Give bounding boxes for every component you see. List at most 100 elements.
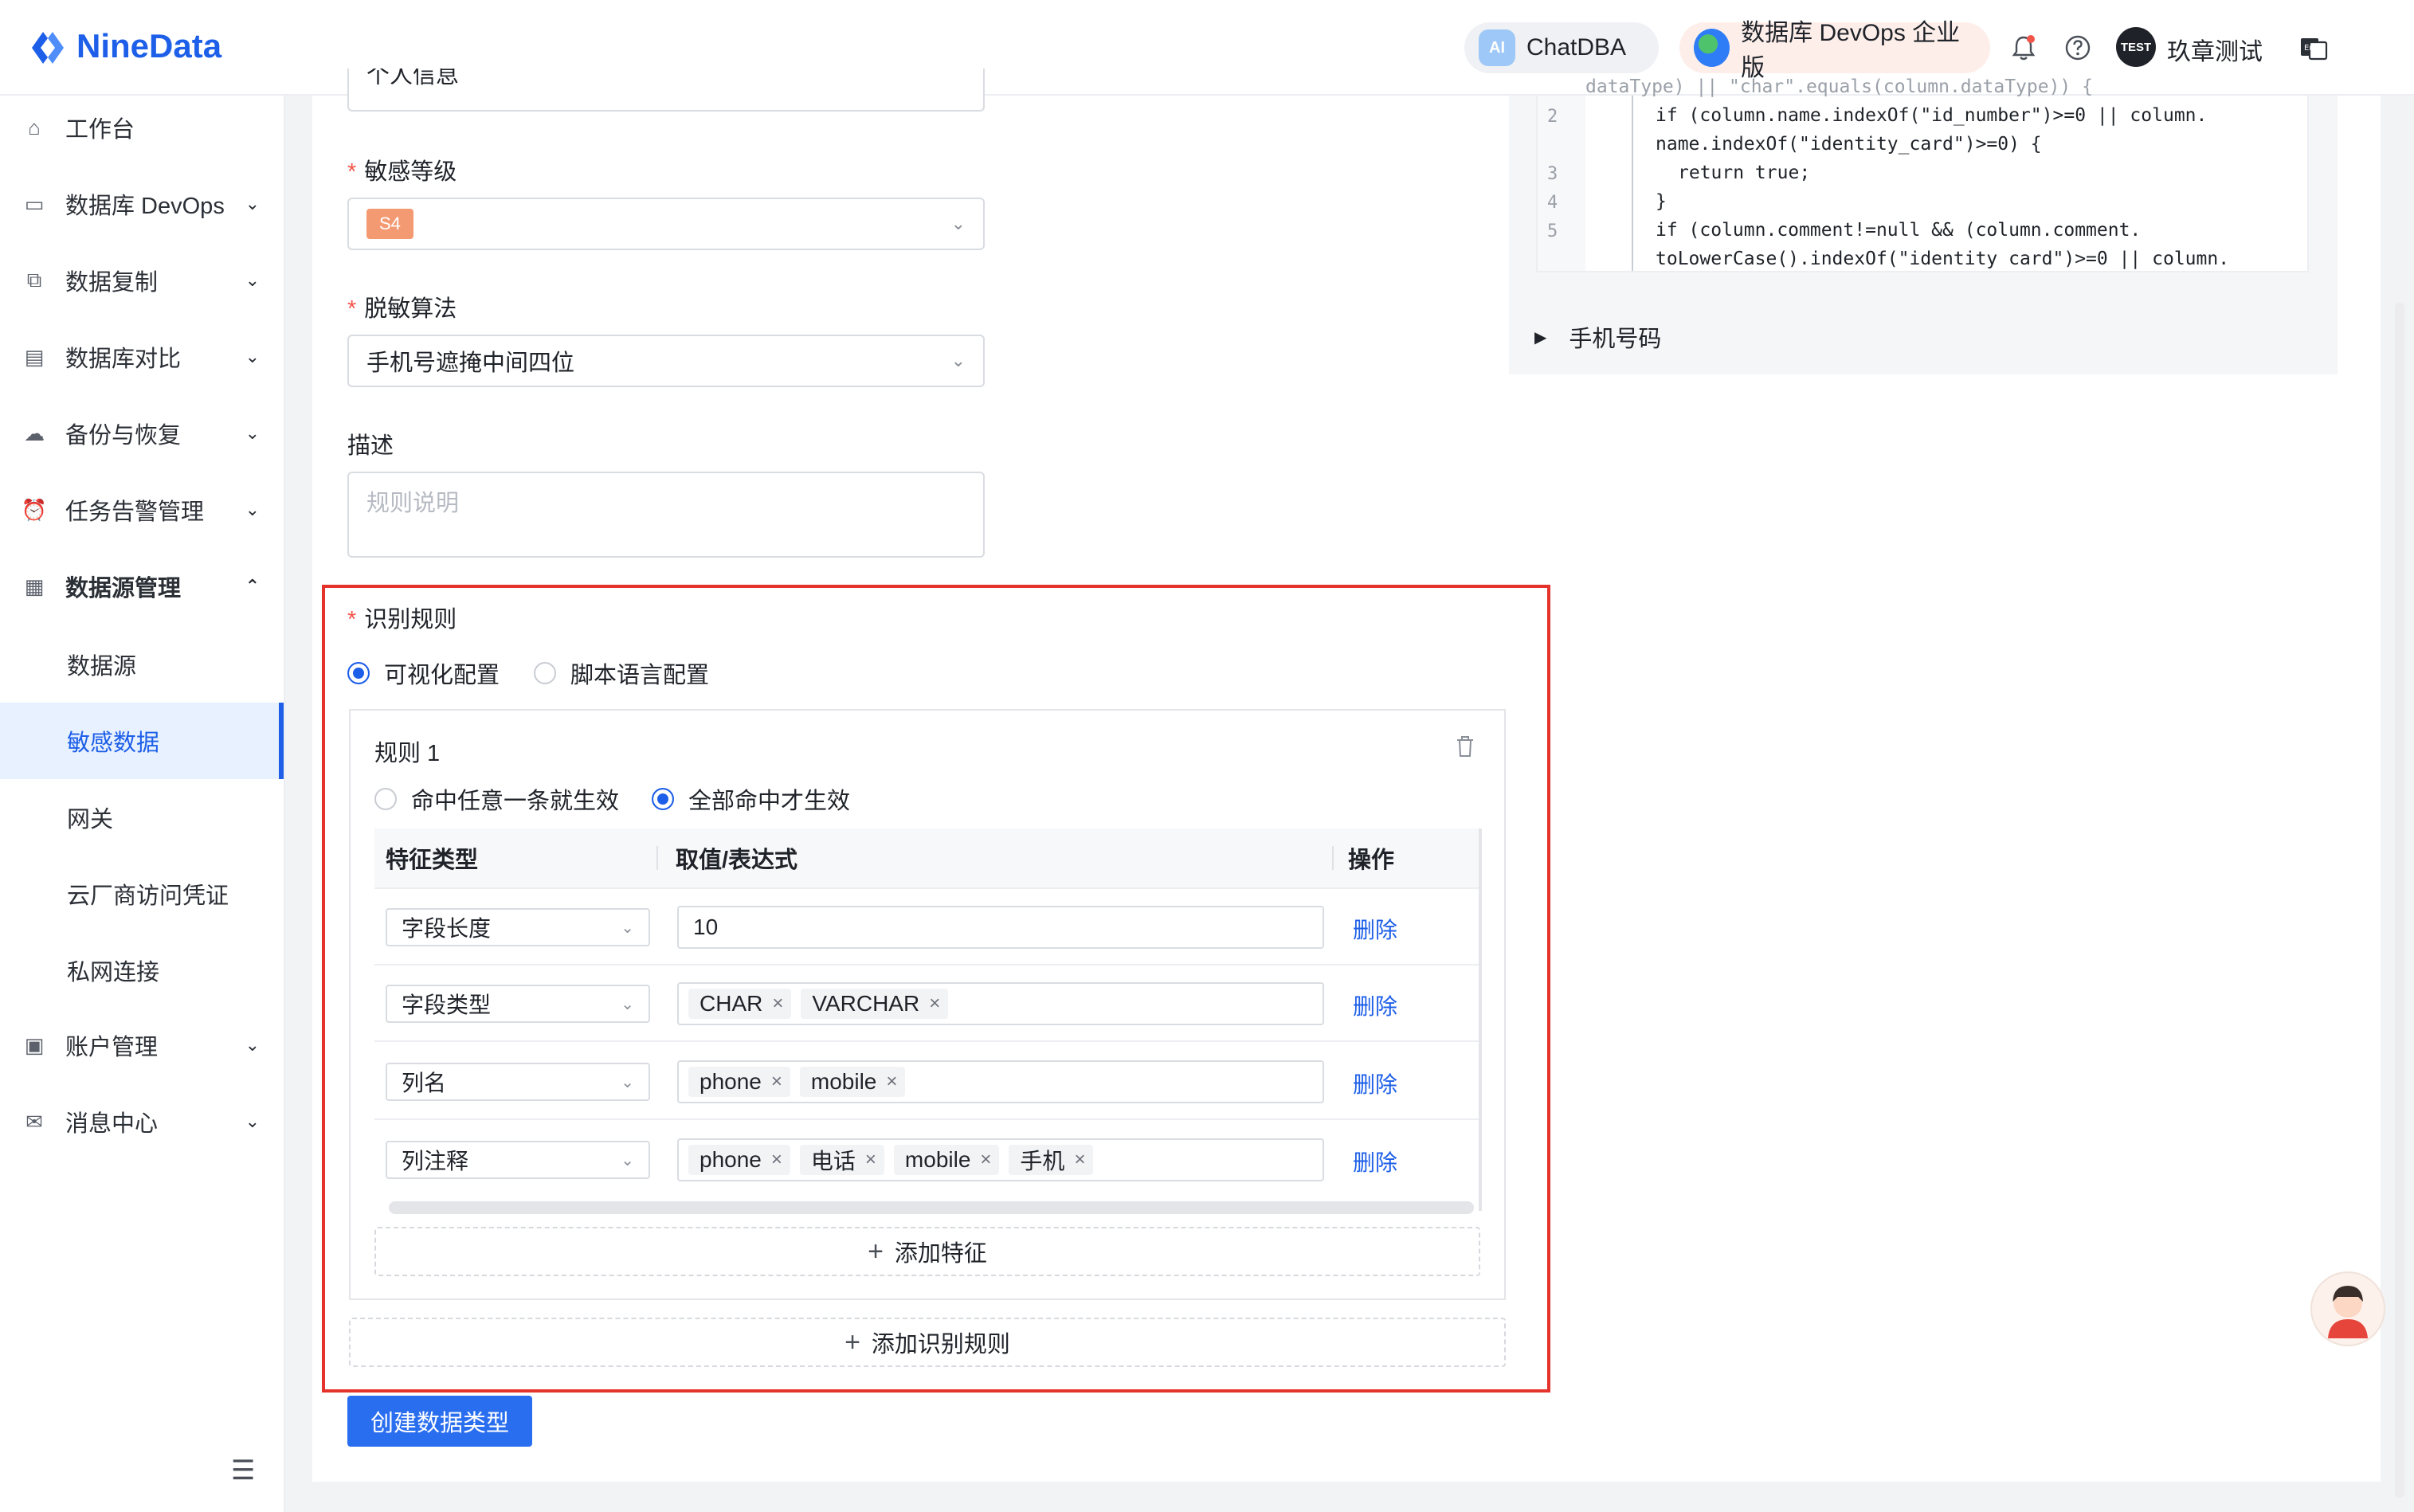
rule-title: 规则 1 [374,741,441,766]
sidebar-item-label: 备份与恢复 [65,423,182,449]
collapsed-item-phone[interactable]: ▶ 手机号码 [1534,320,1661,354]
algorithm-select[interactable]: 手机号遮掩中间四位 ⌄ [347,335,985,387]
sidebar-item-compare[interactable]: ▤ 数据库对比 ⌄ [0,319,284,395]
close-icon[interactable]: × [772,993,783,1015]
sidebar-item-devops[interactable]: ▭ 数据库 DevOps ⌄ [0,166,284,242]
delete-link[interactable]: 删除 [1353,1146,1397,1177]
feature-type-value: 字段类型 [402,993,492,1017]
radio-unchecked-icon [534,662,556,684]
assistant-avatar-icon[interactable] [2310,1271,2385,1346]
user-name[interactable]: 玖章测试 [2167,32,2263,67]
sidebar-item-label: 数据源管理 [65,576,182,601]
sidebar-item-datasource-mgmt[interactable]: ▦ 数据源管理 ⌃ [0,548,284,625]
bell-icon[interactable] [2008,32,2040,64]
category-field[interactable]: 个人信息 [347,69,985,112]
sidebar-item-account[interactable]: ▣ 账户管理 ⌄ [0,1007,284,1083]
chevron-down-icon: ⌄ [245,1111,260,1131]
devops-edition-button[interactable]: 数据库 DevOps 企业版 [1679,20,1990,81]
chevron-down-icon: ⌄ [245,347,260,366]
sidebar-item-replication[interactable]: ⧉ 数据复制 ⌄ [0,242,284,319]
plus-icon: + [868,1236,884,1267]
feature-type-select[interactable]: 列注释 ⌄ [386,1141,650,1179]
feature-table-header: 特征类型 取值/表达式 操作 [374,828,1482,889]
delete-link[interactable]: 删除 [1353,1067,1397,1099]
feature-type-select[interactable]: 字段类型 ⌄ [386,985,650,1023]
trash-icon[interactable] [1455,734,1475,762]
add-rule-label: 添加识别规则 [871,1332,1010,1357]
copy-icon: ⧉ [26,268,42,292]
code-line: return true; [1678,163,1811,183]
feature-type-select[interactable]: 字段长度 ⌄ [386,908,650,946]
sensitivity-level-select[interactable]: S4 ⌄ [347,198,985,250]
sidebar-item-label: 数据复制 [65,270,159,296]
collapse-sidebar-icon[interactable]: ☰ [231,1455,255,1487]
add-feature-button[interactable]: + 添加特征 [374,1227,1480,1276]
sidebar-item-alarm[interactable]: ⏰ 任务告警管理 ⌄ [0,472,284,548]
sidebar-item-label: 工作台 [65,117,135,143]
close-icon[interactable]: × [865,1149,876,1171]
chatdba-button[interactable]: AI ChatDBA [1464,22,1659,73]
create-data-type-button[interactable]: 创建数据类型 [347,1396,532,1447]
line-number: 5 [1547,221,1558,241]
close-icon[interactable]: × [1074,1149,1085,1171]
line-number: 3 [1547,164,1558,184]
sidebar-item-backup[interactable]: ☁ 备份与恢复 ⌄ [0,395,284,472]
vertical-scrollbar[interactable] [1479,828,1482,1211]
help-icon[interactable] [2062,32,2094,64]
match-any-radio[interactable]: 命中任意一条就生效 [374,782,619,816]
feature-type-select[interactable]: 列名 ⌄ [386,1063,650,1101]
user-avatar[interactable]: TEST [2116,27,2156,67]
delete-link[interactable]: 删除 [1353,989,1397,1021]
mode-visual-radio[interactable]: 可视化配置 [347,656,500,690]
close-icon[interactable]: × [771,1071,782,1093]
mode-visual-label: 可视化配置 [384,663,500,688]
chevron-down-icon: ⌄ [621,1151,634,1169]
tag-chip: 手机 × [1009,1145,1094,1175]
column-divider [1332,846,1334,870]
sidebar-sub-sensitive-data[interactable]: 敏感数据 [0,703,284,779]
close-icon[interactable]: × [886,1071,897,1093]
brand-name[interactable]: NineData [76,24,221,69]
code-line: name.indexOf("identity_card")>=0) { [1656,134,2042,155]
algorithm-label: * 脱敏算法 [347,296,457,322]
level-tag: S4 [366,209,413,239]
sidebar-item-label: 数据库对比 [65,347,182,372]
feature-type-value: 列注释 [402,1149,469,1173]
horizontal-scrollbar[interactable] [389,1201,1474,1214]
description-textarea[interactable]: 规则说明 [347,472,985,558]
sidebar-item-workbench[interactable]: ⌂ 工作台 [0,89,284,166]
tag-chip: mobile × [893,1145,1000,1175]
mail-icon: ✉ [25,1109,43,1134]
feature-value-tags[interactable]: phone × mobile × [677,1060,1324,1103]
sidebar-sub-gateway[interactable]: 网关 [0,779,284,856]
header-action: 操作 [1348,848,1395,873]
page-scrollbar[interactable] [2395,303,2404,1498]
code-line: if (column.comment!=null && (column.comm… [1656,220,2142,241]
code-line: toLowerCase().indexOf("identity card")>=… [1656,249,2230,269]
translate-icon[interactable]: En [2298,32,2330,64]
feature-type-value: 列名 [402,1071,447,1095]
feature-value-tags[interactable]: CHAR × VARCHAR × [677,982,1324,1025]
mode-script-radio[interactable]: 脚本语言配置 [534,656,709,690]
tag-chip: phone × [688,1067,790,1097]
sidebar-sub-cloud-credential[interactable]: 云厂商访问凭证 [0,856,284,932]
close-icon[interactable]: × [929,993,940,1015]
devops-edition-label: 数据库 DevOps 企业版 [1741,20,1961,81]
sidebar-item-messages[interactable]: ✉ 消息中心 ⌄ [0,1083,284,1160]
row-divider [374,1118,1482,1120]
tag-chip: 电话 × [799,1145,884,1175]
feature-value-input[interactable]: 10 [677,906,1324,949]
feature-value-tags[interactable]: phone × 电话 × mobile × 手机 × [677,1138,1324,1181]
close-icon[interactable]: × [980,1149,991,1171]
sidebar-sub-datasource[interactable]: 数据源 [0,626,284,703]
delete-link[interactable]: 删除 [1353,913,1397,945]
add-rule-button[interactable]: + 添加识别规则 [349,1318,1506,1367]
code-line-partial: dataType) || "char".equals(column.dataTy… [1585,76,2093,97]
sidebar-sub-private-link[interactable]: 私网连接 [0,932,284,1009]
column-divider [656,846,658,870]
chevron-up-icon: ⌃ [245,576,260,596]
indent-guide [1632,96,1633,271]
match-all-radio[interactable]: 全部命中才生效 [652,782,850,816]
close-icon[interactable]: × [771,1149,782,1171]
radio-checked-icon [347,662,370,684]
